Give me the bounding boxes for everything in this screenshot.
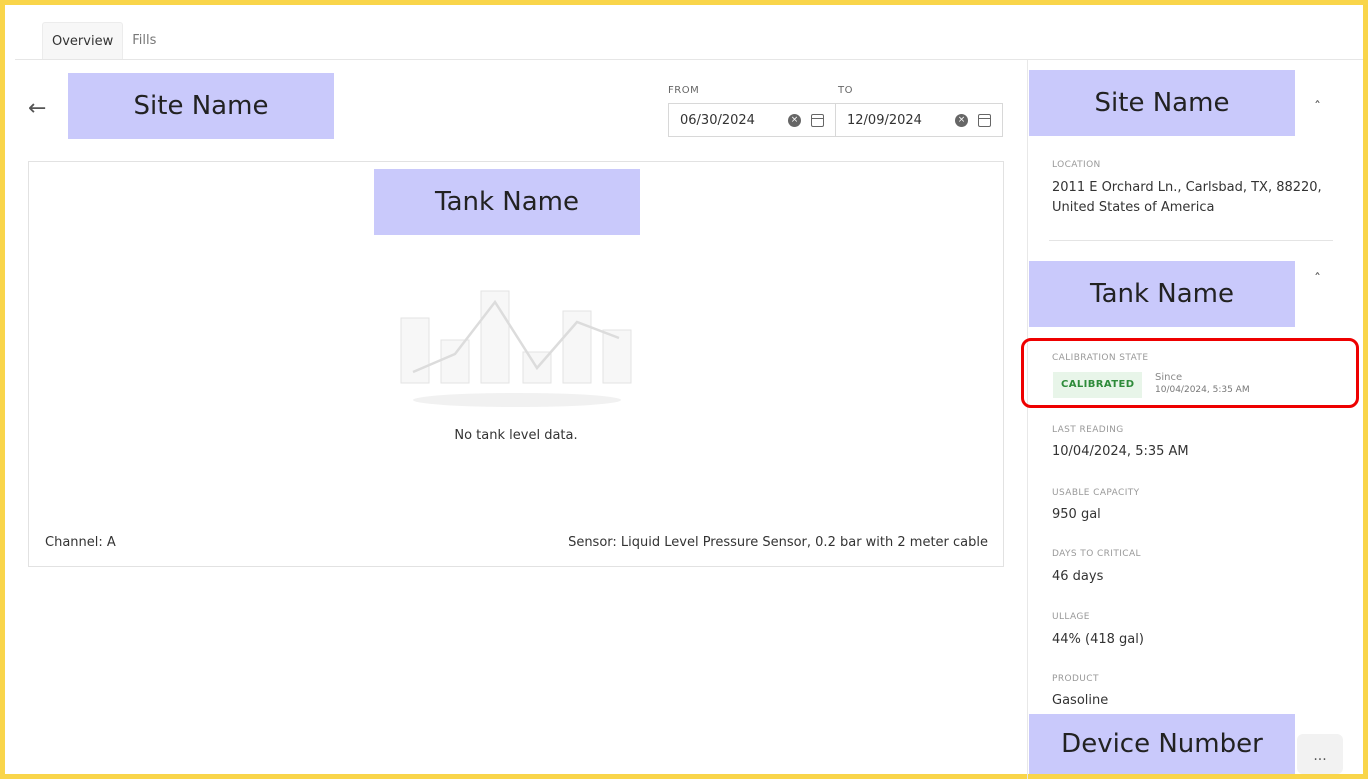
tank-name-title: Tank Name: [374, 169, 640, 235]
ullage-label: ULLAGE: [1052, 612, 1090, 622]
last-reading-label: LAST READING: [1052, 425, 1124, 435]
product-value: Gasoline: [1052, 693, 1109, 708]
ullage-value: 44% (418 gal): [1052, 632, 1144, 647]
sensor-label: Sensor: Liquid Level Pressure Sensor, 0.…: [568, 535, 988, 550]
clear-icon[interactable]: ×: [788, 113, 801, 127]
empty-chart-icon: [400, 290, 632, 407]
device-number: Device Number: [1029, 714, 1295, 774]
side-site-name: Site Name: [1029, 70, 1295, 136]
days-to-critical-label: DAYS TO CRITICAL: [1052, 549, 1141, 559]
column-divider: [1027, 60, 1028, 779]
tab-overview[interactable]: Overview: [42, 22, 124, 60]
arrow-left-icon[interactable]: ←: [28, 96, 46, 121]
from-date-field[interactable]: 06/30/2024 ×: [668, 103, 836, 137]
tab-fills[interactable]: Fills: [123, 22, 165, 60]
last-reading-value: 10/04/2024, 5:35 AM: [1052, 444, 1189, 459]
tank-level-panel: Tank Name No tank level data. Channel: A…: [28, 161, 1004, 567]
calendar-icon[interactable]: [978, 113, 991, 127]
empty-state-message: No tank level data.: [454, 428, 578, 443]
to-date-value: 12/09/2024: [847, 112, 922, 128]
from-date-value: 06/30/2024: [680, 112, 755, 128]
usable-capacity-value: 950 gal: [1052, 507, 1101, 522]
clear-icon[interactable]: ×: [955, 113, 968, 127]
calibration-highlight-box: [1021, 338, 1359, 408]
chevron-up-icon[interactable]: ˆ: [1314, 272, 1321, 288]
location-line-2: United States of America: [1052, 200, 1215, 215]
usable-capacity-label: USABLE CAPACITY: [1052, 488, 1140, 498]
location-line-1: 2011 E Orchard Ln., Carlsbad, TX, 88220,: [1052, 180, 1322, 195]
chevron-up-icon[interactable]: ˆ: [1314, 100, 1321, 116]
site-name-title: Site Name: [68, 73, 334, 139]
tab-divider: [15, 59, 1363, 60]
to-label: TO: [838, 85, 853, 96]
product-label: PRODUCT: [1052, 674, 1099, 684]
tab-bar: Overview Fills: [42, 22, 165, 60]
from-label: FROM: [668, 85, 700, 96]
to-date-field[interactable]: 12/09/2024 ×: [835, 103, 1003, 137]
section-divider: [1049, 240, 1333, 241]
location-label: LOCATION: [1052, 160, 1101, 170]
channel-label: Channel: A: [45, 535, 116, 550]
side-tank-name: Tank Name: [1029, 261, 1295, 327]
days-to-critical-value: 46 days: [1052, 569, 1104, 584]
calendar-icon[interactable]: [811, 113, 824, 127]
more-options-button[interactable]: ...: [1297, 734, 1343, 774]
